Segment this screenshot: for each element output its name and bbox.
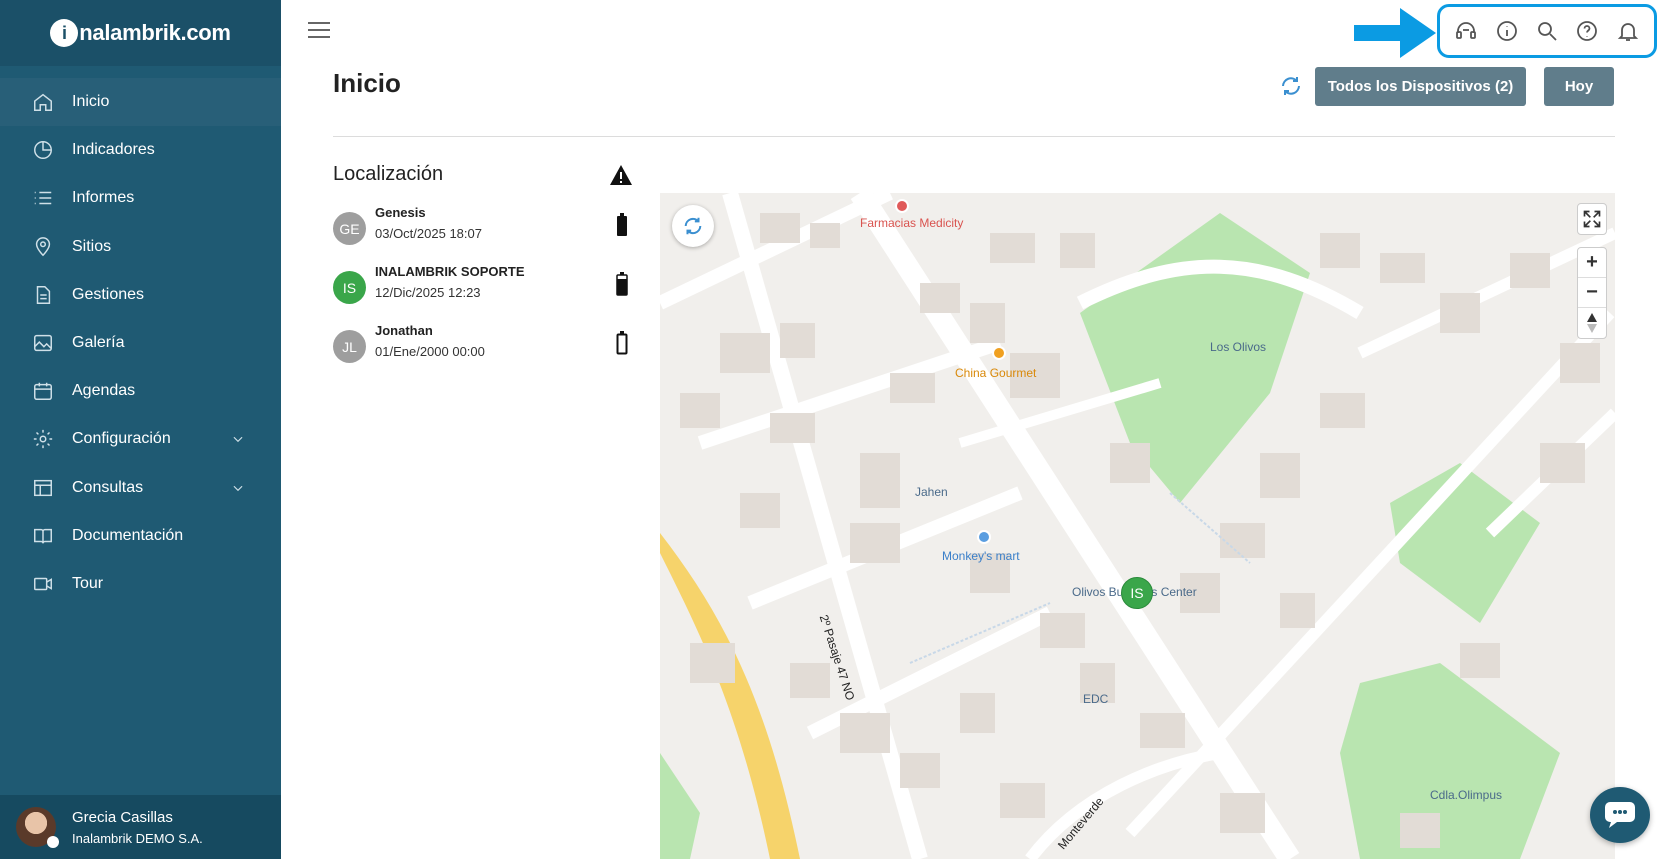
device-avatar: IS: [333, 271, 366, 304]
compass-icon[interactable]: [1578, 308, 1606, 338]
logo-mark: i: [50, 19, 79, 47]
restaurant-icon[interactable]: [992, 346, 1006, 360]
zoom-in-button[interactable]: +: [1578, 248, 1606, 278]
avatar: [16, 807, 59, 848]
battery-high-icon: [616, 272, 628, 296]
device-item-genesis[interactable]: GE Genesis 03/Oct/2025 18:07: [333, 205, 633, 253]
user-company: Inalambrik DEMO S.A.: [72, 830, 203, 846]
home-icon: [32, 91, 54, 113]
map-label-cdla: Cdla.Olimpus: [1430, 788, 1503, 802]
sidebar-item-label: Informes: [72, 189, 135, 207]
brand-logo[interactable]: i nalambrik.com: [0, 0, 281, 66]
chat-button[interactable]: [1590, 787, 1650, 843]
map-refresh-icon[interactable]: [672, 205, 714, 247]
chat-icon: [1605, 802, 1635, 828]
sidebar-item-galeria[interactable]: Galería: [0, 319, 281, 367]
chevron-down-icon[interactable]: [231, 481, 245, 495]
sidebar-item-label: Indicadores: [72, 141, 155, 159]
sidebar: i nalambrik.com Inicio Indicadores Infor…: [0, 0, 281, 859]
today-button[interactable]: Hoy: [1544, 67, 1614, 106]
sidebar-nav: Inicio Indicadores Informes Sitios Gesti…: [0, 78, 281, 608]
device-avatar: JL: [333, 330, 366, 363]
sidebar-item-label: Documentación: [72, 526, 184, 544]
sidebar-item-label: Agendas: [72, 382, 136, 400]
sidebar-item-label: Gestiones: [72, 285, 145, 303]
gear-icon: [32, 428, 54, 450]
sidebar-item-documentacion[interactable]: Documentación: [0, 512, 281, 560]
fullscreen-icon[interactable]: [1578, 204, 1606, 234]
sidebar-item-informes[interactable]: Informes: [0, 174, 281, 222]
sidebar-item-gestiones[interactable]: Gestiones: [0, 271, 281, 319]
sidebar-item-label: Galería: [72, 334, 125, 352]
sidebar-item-label: Tour: [72, 574, 104, 592]
menu-toggle-icon[interactable]: [308, 22, 330, 40]
map-label-pharmacy: Farmacias Medicity: [860, 216, 964, 230]
sidebar-item-indicadores[interactable]: Indicadores: [0, 126, 281, 174]
device-avatar: GE: [333, 212, 366, 245]
refresh-icon[interactable]: [1279, 74, 1303, 98]
device-time: 12/Dic/2025 12:23: [375, 285, 481, 300]
map-label-market: Monkey's mart: [942, 549, 1020, 563]
pharmacy-icon[interactable]: [895, 199, 909, 213]
device-name: Genesis: [375, 205, 426, 220]
device-item-inalambrik-soporte[interactable]: IS INALAMBRIK SOPORTE 12/Dic/2025 12:23: [333, 264, 633, 312]
sidebar-item-agendas[interactable]: Agendas: [0, 367, 281, 415]
map-label-jahen: Jahen: [915, 485, 948, 499]
sidebar-item-inicio[interactable]: Inicio: [0, 78, 281, 127]
device-name: INALAMBRIK SOPORTE: [375, 264, 525, 279]
warning-icon[interactable]: [609, 164, 633, 186]
bell-icon[interactable]: [1615, 18, 1641, 44]
pie-chart-icon: [32, 139, 54, 161]
map-pin-icon: [32, 236, 54, 258]
shop-icon[interactable]: [977, 530, 991, 544]
book-icon: [32, 525, 54, 547]
map-label-park: Los Olivos: [1210, 340, 1267, 354]
divider: [333, 136, 1615, 137]
device-marker[interactable]: IS: [1121, 577, 1153, 609]
sidebar-item-label: Consultas: [72, 478, 144, 496]
document-icon: [32, 284, 54, 306]
info-icon[interactable]: [1494, 18, 1520, 44]
calendar-icon: [32, 380, 54, 402]
sidebar-item-consultas[interactable]: Consultas: [0, 464, 281, 512]
map-label-restaurant: China Gourmet: [955, 366, 1037, 380]
search-icon[interactable]: [1534, 18, 1560, 44]
map-tiles: [660, 193, 1615, 859]
user-profile[interactable]: Grecia Casillas Inalambrik DEMO S.A.: [0, 795, 281, 859]
help-icon[interactable]: [1574, 18, 1600, 44]
video-icon: [32, 573, 54, 595]
all-devices-button[interactable]: Todos los Dispositivos (2): [1315, 67, 1526, 106]
location-title: Localización: [333, 163, 444, 185]
table-icon: [32, 477, 54, 499]
device-name: Jonathan: [375, 323, 433, 338]
fullscreen-control: [1577, 203, 1607, 235]
zoom-out-button[interactable]: −: [1578, 278, 1606, 308]
device-time: 01/Ene/2000 00:00: [375, 344, 485, 359]
image-icon: [32, 332, 54, 354]
user-name: Grecia Casillas: [72, 808, 173, 826]
status-dot: [47, 836, 59, 848]
sidebar-item-tour[interactable]: Tour: [0, 560, 281, 608]
sidebar-item-sitios[interactable]: Sitios: [0, 223, 281, 271]
device-item-jonathan[interactable]: JL Jonathan 01/Ene/2000 00:00: [333, 323, 633, 371]
map-view[interactable]: Farmacias Medicity China Gourmet Los Oli…: [660, 193, 1615, 859]
device-time: 03/Oct/2025 18:07: [375, 226, 482, 241]
top-icon-toolbar: [1437, 4, 1657, 58]
page-title: Inicio: [333, 68, 401, 98]
sidebar-item-label: Configuración: [72, 430, 171, 448]
battery-empty-icon: [616, 331, 628, 355]
map-label-edc: EDC: [1083, 692, 1109, 706]
list-icon: [32, 187, 54, 209]
logo-text: nalambrik.com: [79, 20, 231, 45]
arrow-icon: [1354, 8, 1436, 58]
sidebar-item-configuracion[interactable]: Configuración: [0, 415, 281, 463]
zoom-controls: + −: [1577, 247, 1607, 339]
sidebar-item-label: Inicio: [72, 93, 110, 111]
sidebar-item-label: Sitios: [72, 237, 112, 255]
chevron-down-icon[interactable]: [231, 432, 245, 446]
support-icon[interactable]: [1453, 18, 1479, 44]
battery-full-icon: [617, 213, 627, 236]
